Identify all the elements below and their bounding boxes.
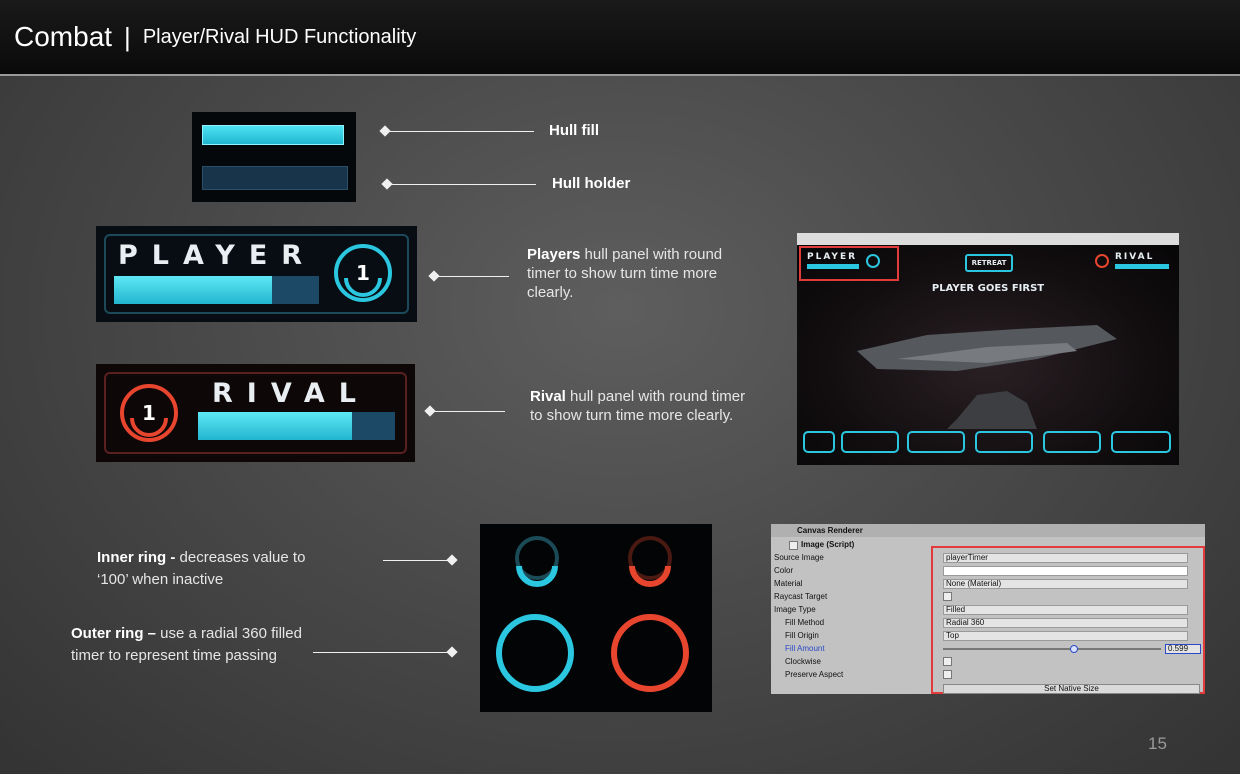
slide-subtitle: Player/Rival HUD Functionality xyxy=(142,25,417,48)
inspector-field[interactable]: Top xyxy=(943,631,1188,641)
rival-round-timer: 1 xyxy=(120,384,178,442)
inspector-row-label: Preserve Aspect xyxy=(785,670,844,679)
game-window-titlebar xyxy=(797,233,1179,245)
spaceship-illustration xyxy=(857,325,1117,429)
hull-fill-bar xyxy=(198,412,352,440)
inspector-row-label: Clockwise xyxy=(785,657,822,666)
inspector-row-label: Source Image xyxy=(774,553,824,562)
player-panel-label: Players hull panel with round timer to s… xyxy=(527,246,723,301)
slide-title: Combat xyxy=(14,21,113,52)
game-rival-hull xyxy=(1115,264,1169,269)
inspector-field[interactable]: None (Material) xyxy=(943,579,1188,589)
inspector-row-label: Image Type xyxy=(774,605,816,614)
outer-ring-label: Outer ring – use a radial 360 filled tim… xyxy=(71,625,302,664)
game-player-timer xyxy=(866,254,880,268)
component-enable-checkbox[interactable] xyxy=(789,541,798,550)
hull-fill-label: Hull fill xyxy=(549,122,599,139)
hull-bar-sample xyxy=(192,112,356,202)
inspector-row-label: Material xyxy=(774,579,803,588)
player-hull-panel: PLAYER 1 xyxy=(96,226,417,322)
inspector-checkbox[interactable] xyxy=(943,657,952,666)
callout-line xyxy=(388,184,536,185)
inspector-field[interactable]: Filled xyxy=(943,605,1188,615)
hull-fill-bar xyxy=(202,125,344,145)
unity-inspector: Canvas Renderer Image (Script) Source Im… xyxy=(771,524,1205,694)
callout-line xyxy=(386,131,534,132)
component-title: Canvas Renderer xyxy=(797,526,863,535)
inner-ring-label: Inner ring - decreases value to ‘100’ wh… xyxy=(97,549,306,588)
fill-amount-slider[interactable] xyxy=(943,648,1161,650)
script-title: Image (Script) xyxy=(801,540,855,549)
rival-name: RIVAL xyxy=(212,378,371,409)
inspector-row-label: Color xyxy=(774,566,794,575)
callout-line xyxy=(313,652,451,653)
inspector-row-label: Fill Amount xyxy=(785,644,825,653)
callout-line xyxy=(383,560,451,561)
fill-amount-field[interactable]: 0.599 xyxy=(1165,644,1201,654)
title-separator: | xyxy=(124,21,131,52)
retreat-button[interactable]: RETREAT xyxy=(965,254,1013,272)
hull-holder-label: Hull holder xyxy=(552,175,631,192)
rival-hull-panel: RIVAL 1 xyxy=(96,364,415,462)
player-name: PLAYER xyxy=(118,240,317,271)
callout-line xyxy=(431,411,505,412)
callout-line xyxy=(435,276,509,277)
canvas-renderer-header: Canvas Renderer xyxy=(771,524,1205,537)
hull-holder-bar xyxy=(202,166,348,190)
inspector-row-label: Fill Origin xyxy=(785,631,819,640)
player-timer-number: 1 xyxy=(356,261,370,285)
inspector-checkbox[interactable] xyxy=(943,670,952,679)
rival-timer-number: 1 xyxy=(142,401,156,425)
rival-panel-label: Rival hull panel with round timer to sho… xyxy=(530,388,746,424)
ability-slot[interactable] xyxy=(907,431,965,453)
slide-header: Combat | Player/Rival HUD Functionality xyxy=(0,0,1240,76)
ability-slot[interactable] xyxy=(841,431,899,453)
player-round-timer: 1 xyxy=(334,244,392,302)
inspector-field[interactable]: Radial 360 xyxy=(943,618,1188,628)
inspector-field[interactable] xyxy=(943,566,1188,576)
ability-slot[interactable] xyxy=(1043,431,1101,453)
callout-dot xyxy=(446,646,458,658)
game-player-tag: PLAYER xyxy=(807,252,858,262)
ability-slot[interactable] xyxy=(1111,431,1171,453)
game-banner: PLAYER GOES FIRST xyxy=(931,283,1045,294)
game-player-hull xyxy=(807,264,859,269)
ability-bar xyxy=(801,429,1175,457)
inspector-field[interactable]: playerTimer xyxy=(943,553,1188,563)
hull-fill-bar xyxy=(114,276,272,304)
game-rival-timer xyxy=(1095,254,1109,268)
inspector-checkbox[interactable] xyxy=(943,592,952,601)
page-number: 15 xyxy=(1148,734,1167,753)
inspector-row-label: Fill Method xyxy=(785,618,825,627)
ability-slot[interactable] xyxy=(975,431,1033,453)
callout-dot xyxy=(446,554,458,566)
game-rival-tag: RIVAL xyxy=(1115,252,1155,262)
ring-demo-panel xyxy=(480,524,712,712)
slider-handle[interactable] xyxy=(1069,645,1078,653)
ability-slot[interactable] xyxy=(803,431,835,453)
ring-illustration xyxy=(496,536,689,692)
inspector-row-label: Raycast Target xyxy=(774,592,828,601)
game-screenshot: PLAYER RETREAT RIVAL PLAYER GOES FIRST xyxy=(797,233,1179,465)
set-native-size-button[interactable]: Set Native Size xyxy=(943,684,1200,694)
